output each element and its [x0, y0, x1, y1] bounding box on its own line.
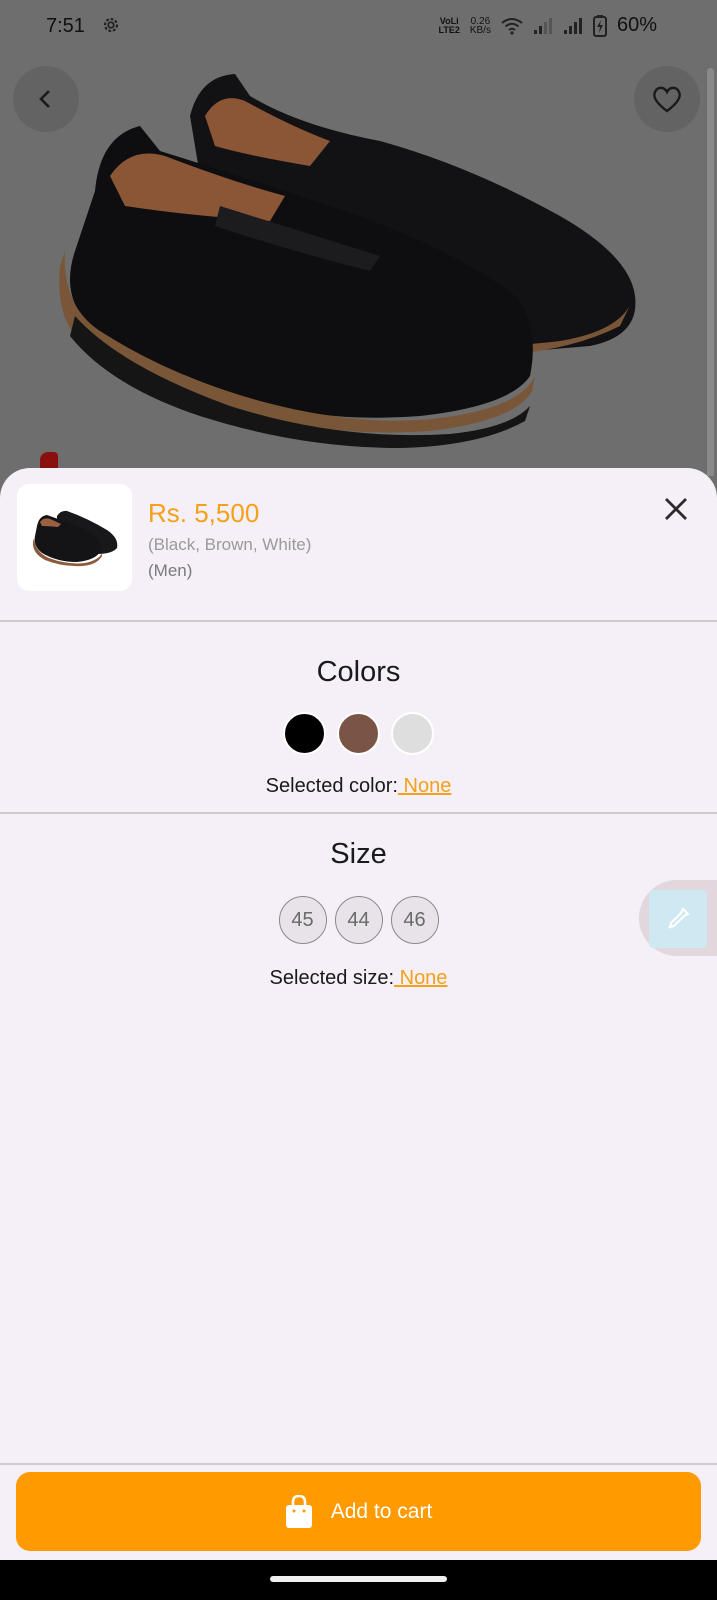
status-indicators: VoLi LTE2 0.26 KB/s 60%: [438, 14, 657, 37]
network-speed: 0.26 KB/s: [469, 15, 491, 36]
selected-size-label: Selected size:: [269, 967, 395, 989]
add-to-cart-label: Add to cart: [330, 1499, 433, 1523]
color-swatch-white[interactable]: [391, 712, 434, 755]
size-section: Size 45 44 46 Selected size: None: [0, 814, 717, 990]
selected-size-line: Selected size: None: [0, 967, 717, 990]
status-bar: 7:51 VoLi LTE2 0.26 KB/s 60%: [0, 0, 717, 56]
size-option-45[interactable]: 45: [278, 896, 327, 944]
color-swatch-brown[interactable]: [337, 712, 380, 755]
product-price: Rs. 5,500: [148, 498, 260, 528]
selected-color-label: Selected color:: [265, 775, 398, 797]
product-gender: (Men): [148, 561, 193, 580]
selected-color-line: Selected color: None: [0, 775, 717, 798]
product-image-area: [0, 56, 717, 476]
heart-icon: [653, 86, 681, 113]
close-icon[interactable]: [661, 494, 691, 524]
wifi-icon: [501, 17, 523, 35]
settings-gear-icon: [103, 17, 119, 33]
selected-size-value: None: [394, 967, 448, 989]
status-time: 7:51: [46, 15, 85, 37]
colors-section: Colors Selected color: None: [0, 622, 717, 812]
size-title: Size: [330, 838, 387, 870]
chevron-left-icon: [39, 90, 50, 108]
shopping-bag-icon: [285, 1494, 312, 1528]
size-option-44[interactable]: 44: [334, 896, 383, 944]
color-swatches: [0, 712, 717, 755]
favorite-button[interactable]: [634, 66, 700, 132]
add-to-cart-button[interactable]: Add to cart: [16, 1472, 701, 1551]
size-options: 45 44 46: [0, 896, 717, 944]
cart-divider: [0, 1463, 717, 1465]
battery-percent: 60%: [616, 14, 657, 36]
colors-title: Colors: [316, 656, 401, 688]
signal-icon-2: [563, 17, 582, 34]
size-option-46[interactable]: 46: [390, 896, 439, 944]
product-variants: (Black, Brown, White): [148, 535, 312, 554]
volte-indicator: VoLi LTE2: [438, 15, 460, 35]
signal-icon-1: [533, 17, 552, 34]
back-button[interactable]: [13, 66, 79, 132]
color-picker-button[interactable]: [649, 890, 707, 948]
battery-icon: [592, 14, 607, 37]
scrollbar[interactable]: [707, 68, 714, 476]
home-gesture-handle[interactable]: [270, 1576, 447, 1582]
selected-color-value: None: [397, 775, 452, 797]
system-nav-bar: [0, 1560, 717, 1600]
product-shoe-image: [59, 74, 636, 448]
product-thumbnail: [17, 484, 132, 591]
eyedropper-icon: [668, 907, 690, 929]
sheet-header: Rs. 5,500 (Black, Brown, White) (Men): [0, 468, 717, 620]
product-thumbnail-image: [32, 510, 117, 566]
variant-bottom-sheet: Rs. 5,500 (Black, Brown, White) (Men) Co…: [0, 468, 717, 1560]
color-swatch-black[interactable]: [283, 712, 326, 755]
